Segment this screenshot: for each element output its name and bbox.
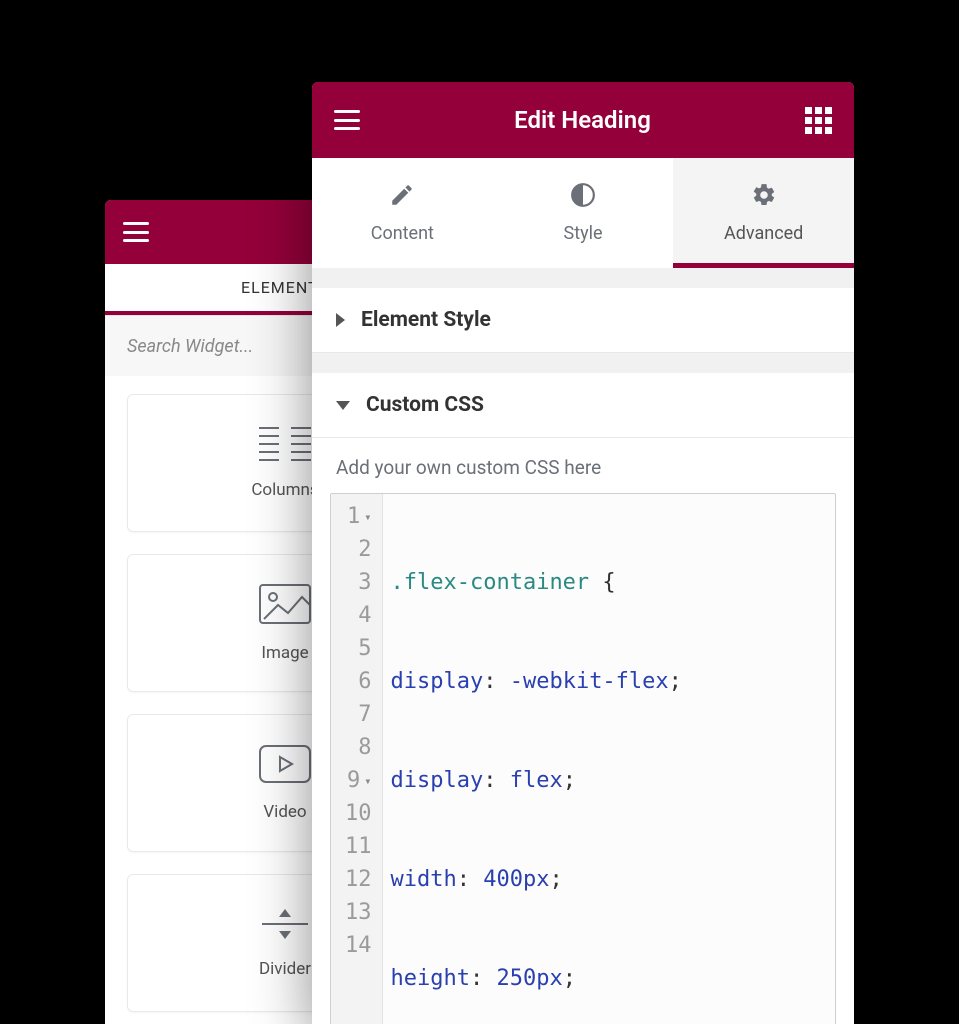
- tab-content[interactable]: Content: [312, 158, 493, 268]
- editor-code[interactable]: .flex-container { display: -webkit-flex;…: [383, 494, 770, 1024]
- caret-right-icon: [336, 313, 345, 327]
- image-icon: [258, 583, 312, 629]
- video-icon: [258, 744, 312, 788]
- menu-icon[interactable]: [123, 222, 149, 242]
- widget-label: Divider: [259, 959, 311, 979]
- fold-icon[interactable]: ▾: [364, 772, 371, 790]
- section-element-style[interactable]: Element Style: [312, 288, 854, 353]
- edit-heading-panel: Edit Heading Content Style Advanced: [312, 82, 854, 1024]
- widget-label: Image: [261, 643, 308, 663]
- editor-tabs: Content Style Advanced: [312, 158, 854, 268]
- pencil-icon: [389, 182, 415, 215]
- section-title: Element Style: [361, 308, 491, 332]
- widget-label: Columns: [251, 480, 318, 500]
- gear-icon: [751, 182, 777, 215]
- custom-css-desc: Add your own custom CSS here: [336, 456, 836, 479]
- custom-css-body: Add your own custom CSS here 1▾ 2 3 4 5 …: [312, 438, 854, 1024]
- divider-icon: [260, 907, 310, 945]
- panel-title: Edit Heading: [514, 106, 651, 134]
- section-custom-css[interactable]: Custom CSS: [312, 373, 854, 438]
- caret-down-icon: [336, 401, 350, 410]
- menu-icon[interactable]: [334, 110, 360, 130]
- widget-label: Video: [263, 802, 306, 822]
- contrast-icon: [570, 182, 596, 215]
- tab-label: Content: [371, 223, 434, 244]
- tab-advanced[interactable]: Advanced: [673, 158, 854, 268]
- editor-gutter: 1▾ 2 3 4 5 6 7 8 9▾ 10 11 12 13 14: [331, 494, 383, 1024]
- tab-style[interactable]: Style: [493, 158, 674, 268]
- fold-icon[interactable]: ▾: [364, 508, 371, 526]
- apps-icon[interactable]: [805, 107, 832, 134]
- section-title: Custom CSS: [366, 393, 484, 417]
- edit-header: Edit Heading: [312, 82, 854, 158]
- tab-label: Advanced: [724, 223, 803, 244]
- css-editor[interactable]: 1▾ 2 3 4 5 6 7 8 9▾ 10 11 12 13 14 .flex…: [330, 493, 836, 1024]
- columns-icon: [257, 426, 313, 466]
- tab-label: Style: [564, 223, 603, 244]
